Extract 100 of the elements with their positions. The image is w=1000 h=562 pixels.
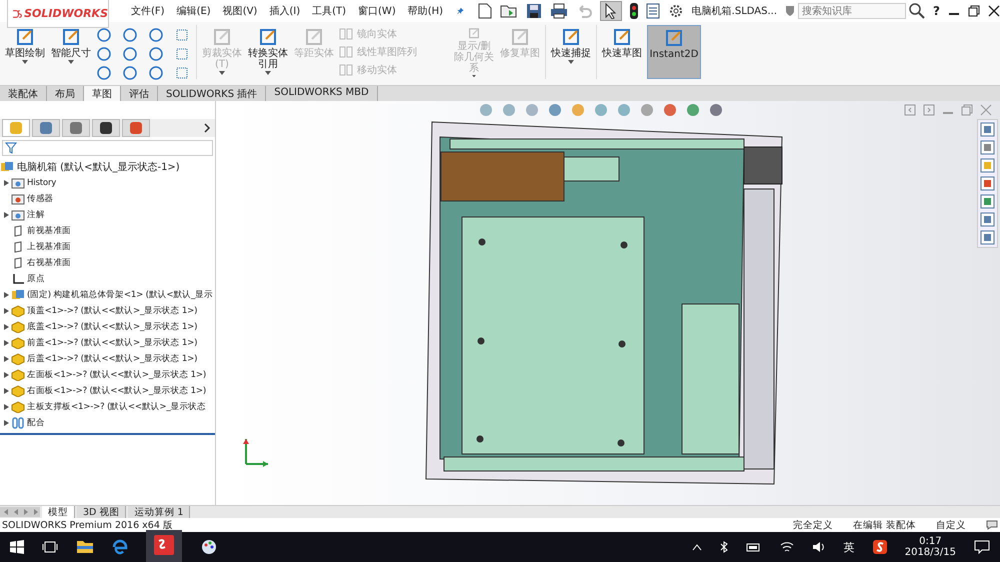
- wifi-icon[interactable]: [780, 541, 794, 553]
- traffic-light-icon[interactable]: [630, 3, 638, 19]
- browser-icon[interactable]: [112, 539, 128, 555]
- print-icon[interactable]: [550, 3, 568, 19]
- windows-start-icon[interactable]: [10, 540, 24, 554]
- caret-up-icon[interactable]: [692, 543, 702, 551]
- caret-icon[interactable]: [68, 60, 74, 64]
- tree-item[interactable]: 配合: [27, 417, 45, 429]
- tree-item[interactable]: 上视基准面: [27, 241, 72, 253]
- assembly-icon: [11, 289, 25, 301]
- ribbon-button[interactable]: 快速草图: [601, 25, 643, 79]
- solidworks-logo[interactable]: SOLIDWORKS: [7, 0, 109, 28]
- expand-arrow-icon[interactable]: [4, 308, 9, 314]
- command-tab[interactable]: 评估: [121, 86, 158, 101]
- tree-item[interactable]: 顶盖<1>->? (默认<<默认>_显示状态 1>): [27, 305, 198, 317]
- part-icon: [11, 353, 25, 365]
- status-field: 完全定义: [792, 518, 833, 532]
- expand-arrow-icon[interactable]: [4, 180, 9, 186]
- cursor-icon: [604, 3, 617, 19]
- command-tab[interactable]: SOLIDWORKS 插件: [158, 86, 266, 101]
- expand-arrow-icon[interactable]: [4, 404, 9, 410]
- input-method-indicator[interactable]: 英: [844, 540, 855, 554]
- tree-item[interactable]: 原点: [27, 273, 45, 285]
- tree-item[interactable]: 右面板<1>->? (默认<<默认>_显示状态 1>): [27, 385, 206, 397]
- close-icon[interactable]: [988, 5, 1000, 17]
- paint-palette-icon[interactable]: [200, 538, 218, 556]
- task-view-icon[interactable]: [42, 540, 58, 554]
- menu-item[interactable]: 窗口(W): [358, 4, 396, 18]
- search-icon[interactable]: [909, 3, 926, 19]
- clock-date[interactable]: 2018/3/15: [904, 547, 956, 558]
- expand-arrow-icon[interactable]: [4, 372, 9, 378]
- tree-item[interactable]: 底盖<1>->? (默认<<默认>_显示状态 1>): [27, 321, 198, 333]
- tree-item[interactable]: 前盖<1>->? (默认<<默认>_显示状态 1>): [27, 337, 198, 349]
- tree-item[interactable]: 传感器: [27, 193, 54, 205]
- caret-icon[interactable]: [265, 71, 271, 75]
- restore-icon[interactable]: [968, 5, 980, 17]
- tree-item[interactable]: 左面板<1>->? (默认<<默认>_显示状态 1>): [27, 369, 206, 381]
- view-tab[interactable]: 运动算例 1: [128, 506, 190, 518]
- sketch-command-icon: [612, 27, 632, 47]
- tree-item[interactable]: 前视基准面: [27, 225, 72, 237]
- tree-item[interactable]: 注解: [27, 209, 45, 221]
- expand-arrow-icon[interactable]: [4, 340, 9, 346]
- input-app-icon[interactable]: [872, 540, 887, 554]
- sketch-command-icon: [561, 27, 581, 47]
- bluetooth-icon[interactable]: [720, 541, 728, 553]
- ribbon-button[interactable]: 草图绘制: [4, 25, 46, 79]
- assembly-icon: [0, 161, 14, 173]
- save-icon[interactable]: [526, 3, 542, 19]
- view-tab[interactable]: 模型: [42, 506, 75, 518]
- command-tab[interactable]: 装配体: [0, 86, 47, 101]
- tree-item[interactable]: 电脑机箱 (默认<默认_显示状态-1>): [0, 159, 215, 175]
- expand-arrow-icon[interactable]: [4, 212, 9, 218]
- tree-item[interactable]: History: [27, 178, 56, 188]
- command-tab[interactable]: 草图: [84, 86, 121, 101]
- view-tab[interactable]: 3D 视图: [77, 506, 126, 518]
- expand-arrow-icon[interactable]: [4, 324, 9, 330]
- help-button[interactable]: ?: [933, 4, 940, 18]
- chevron-right-icon[interactable]: [203, 123, 211, 133]
- command-tab[interactable]: 布局: [47, 86, 84, 101]
- caret-icon[interactable]: [22, 60, 28, 64]
- search-field[interactable]: 搜索知识库: [798, 3, 906, 19]
- tree-item[interactable]: 后盖<1>->? (默认<<默认>_显示状态 1>): [27, 353, 198, 365]
- caret-icon[interactable]: [568, 60, 574, 64]
- expand-arrow-icon[interactable]: [4, 388, 9, 394]
- volume-icon[interactable]: [812, 541, 826, 553]
- panel-tab[interactable]: [92, 119, 120, 137]
- menu-item[interactable]: 插入(I): [269, 4, 300, 18]
- clock-time[interactable]: 0:17: [919, 536, 942, 547]
- tree-item[interactable]: 右视基准面: [27, 257, 72, 269]
- tree-item[interactable]: 主板支撑板<1>->? (默认<<默认>_显示状态: [27, 401, 206, 413]
- menu-item[interactable]: 编辑(E): [176, 4, 211, 18]
- expand-arrow-icon[interactable]: [4, 420, 9, 426]
- expand-arrow-icon[interactable]: [4, 292, 9, 298]
- select-button[interactable]: [600, 1, 622, 21]
- document-title: 电脑机箱.SLDAS...: [692, 4, 778, 18]
- tree-item[interactable]: (固定) 构建机箱总体骨架<1> (默认<默认_显示: [27, 289, 213, 301]
- notification-icon[interactable]: [974, 540, 990, 554]
- ribbon-button[interactable]: Instant2D: [647, 25, 701, 79]
- menu-item[interactable]: 视图(V): [222, 4, 258, 18]
- battery-icon[interactable]: [746, 542, 762, 552]
- command-tab[interactable]: SOLIDWORKS MBD: [266, 86, 378, 101]
- open-file-icon[interactable]: [500, 3, 518, 19]
- paperclip-icon: [11, 417, 25, 429]
- menu-item[interactable]: 文件(F): [131, 4, 165, 18]
- sensor-folder-icon: [11, 193, 25, 205]
- sketch-command-icon: [510, 27, 530, 47]
- menu-item[interactable]: 工具(T): [312, 4, 346, 18]
- settings-icon[interactable]: [668, 3, 684, 19]
- menu-item[interactable]: 帮助(H): [408, 4, 444, 18]
- new-file-icon[interactable]: [478, 3, 492, 19]
- sketch-command-icon: [258, 27, 278, 47]
- ribbon-button[interactable]: 智能尺寸: [50, 25, 92, 79]
- sketch-command-icon: [212, 27, 232, 47]
- pin-icon[interactable]: [457, 5, 464, 17]
- taskbar-app[interactable]: [146, 530, 182, 562]
- ribbon-button[interactable]: 转换实体引用: [247, 25, 289, 79]
- expand-arrow-icon[interactable]: [4, 356, 9, 362]
- ribbon-button[interactable]: 快速捕捉: [550, 25, 592, 79]
- filter-field[interactable]: [2, 140, 213, 156]
- sketch-command-icon: [15, 27, 35, 47]
